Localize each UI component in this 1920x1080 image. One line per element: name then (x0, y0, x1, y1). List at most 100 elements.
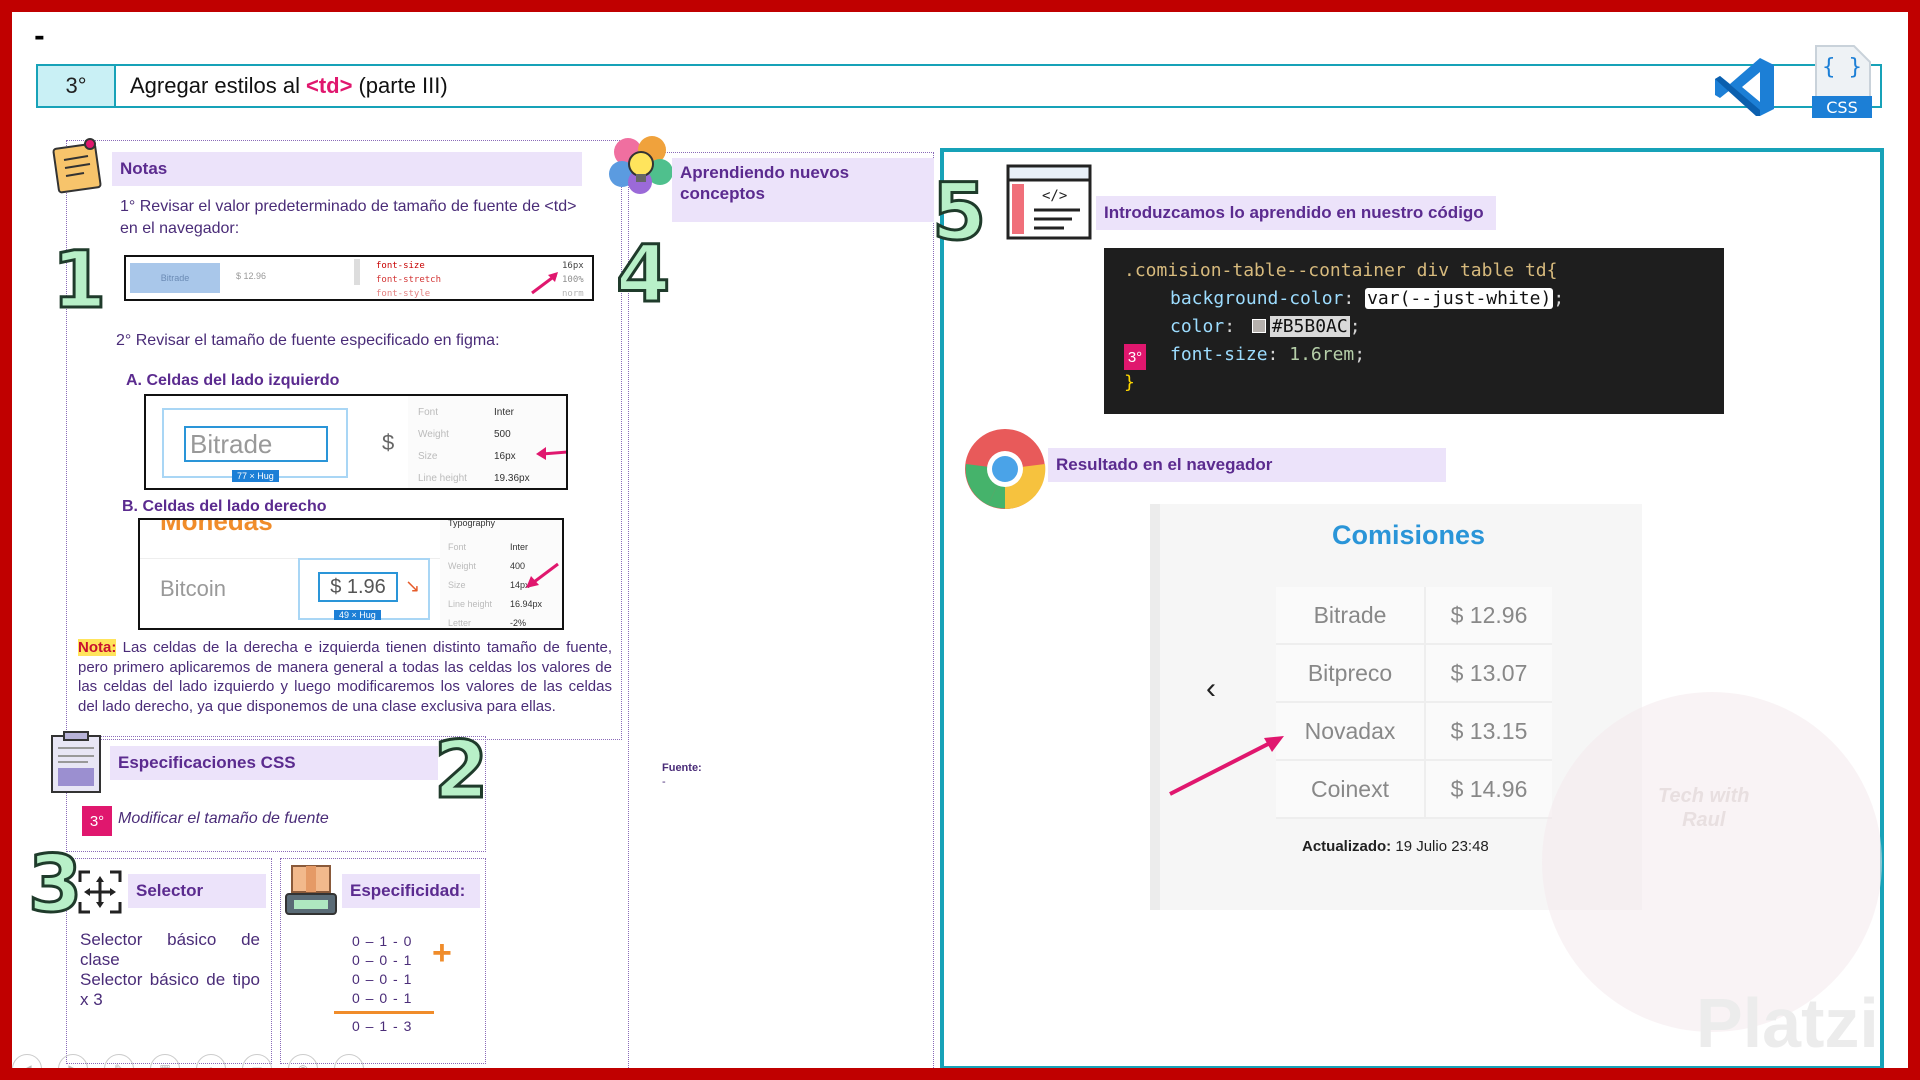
title-suffix: (parte III) (358, 73, 448, 98)
figma-b-top: Monedas (160, 518, 273, 536)
sticky-note-icon (52, 138, 102, 194)
devtools-prop: font-stretch (376, 275, 442, 285)
fuente-label: Fuente: (662, 762, 702, 774)
table-row: Novadax $ 13.15 (1276, 703, 1552, 761)
figma-a-keys: Font Weight Size Line height (418, 407, 467, 484)
specificity-rows: 0 – 1 - 0 0 – 0 - 1 0 – 0 - 1 0 – 0 - 1 (352, 932, 412, 1008)
specificity-row: 0 – 0 - 1 (352, 971, 413, 987)
scale-icon (285, 865, 337, 915)
devtools-prop: font-size (376, 261, 425, 271)
code-window-icon: </> (1006, 164, 1092, 240)
figma-a-cell: Bitrade (184, 426, 328, 462)
table-row: Bitpreco $ 13.07 (1276, 645, 1552, 703)
devtools-value: 16px (562, 261, 584, 271)
table-row: Bitrade $ 12.96 (1276, 587, 1552, 645)
notas-item-2: 2° Revisar el tamaño de fuente especific… (116, 332, 500, 349)
trend-down-icon: ↘ (405, 576, 421, 596)
specs-badge: 3° (82, 806, 112, 836)
vscode-icon (1715, 58, 1774, 116)
nota-text: Las celdas de la derecha e izquierda tie… (78, 639, 612, 715)
comisiones-table: Bitrade $ 12.96 Bitpreco $ 13.07 Novadax $ … (1276, 587, 1552, 819)
devtools-cell-right: $ 12.96 (236, 271, 267, 281)
code-selector: .comision-table--container div table td{ (1124, 260, 1558, 281)
step-number: 3° (38, 66, 116, 106)
updated-value: 19 Julio 23:48 (1395, 838, 1489, 855)
codigo-header: Introduzcamos lo aprendido en nuestro có… (1096, 196, 1496, 230)
fuente-value: - (662, 776, 666, 788)
clipboard-icon (51, 731, 101, 793)
specs-header: Especificaciones CSS (110, 746, 438, 780)
move-icon (78, 870, 122, 914)
code-line-2: color: #B5B0AC; (1170, 316, 1361, 337)
devtools-value: 100% (562, 275, 584, 285)
selector-line-1: Selector básico de clase (80, 930, 260, 969)
brain-lightbulb-icon (609, 136, 673, 194)
svg-text:{ }: { } (1822, 55, 1862, 80)
updated-text: Actualizado: 19 Julio 23:48 (1302, 838, 1489, 855)
selector-line-2: Selector básico de tipo x 3 (80, 970, 260, 1009)
devtools-prop: font-style (376, 289, 431, 299)
notas-item-1: 1° Revisar el valor predeterminado de ta… (120, 198, 577, 237)
sum-line (334, 1011, 434, 1014)
notas-header: Notas (112, 152, 582, 186)
code-block: .comision-table--container div table td{… (1104, 248, 1724, 414)
specificity-row: 0 – 0 - 1 (352, 952, 413, 968)
figma-b-cell-right: $ 1.96 (318, 572, 398, 602)
arrow-icon (1169, 736, 1284, 796)
figma-a-hug: 77 × Hug (232, 470, 279, 482)
code-badge: 3° (1124, 344, 1146, 370)
watermark-circle (1542, 692, 1882, 1032)
prev-slide-icon[interactable]: ◀ (12, 1054, 42, 1068)
title-prefix: Agregar estilos al (130, 73, 300, 98)
figma-b-label: B. Celdas del lado derecho (122, 498, 327, 515)
figma-b-hug: 49 × Hug (334, 610, 381, 620)
svg-text:CSS: CSS (1826, 98, 1857, 117)
figma-a-values: Inter 500 16px 19.36px (494, 407, 530, 484)
arrow-icon (536, 447, 566, 460)
specificity-row: 0 – 0 - 1 (352, 990, 413, 1006)
arrow-icon (526, 562, 559, 588)
comisiones-title: Comisiones (1332, 520, 1486, 550)
code-close: } (1124, 372, 1135, 393)
watermark-text: Tech with Raul (1658, 785, 1750, 831)
updated-label: Actualizado: (1302, 838, 1392, 855)
devtools-value: norm (562, 289, 584, 299)
back-chevron-icon[interactable]: ‹ (1206, 672, 1216, 706)
svg-text:</>: </> (1042, 188, 1067, 204)
nota-label: Nota: (78, 639, 117, 656)
plus-icon: + (432, 934, 452, 972)
figma-a-screenshot: Bitrade 77 × Hug $ Font Weight Size Line he… (144, 394, 568, 490)
resultado-header: Resultado en el navegador (1048, 448, 1446, 482)
color-swatch (1251, 319, 1266, 333)
devtools-screenshot: Bitrade $ 12.96 font-size font-stretch f… (124, 255, 594, 301)
step-1-number: 1 (50, 236, 107, 326)
title-bar: 3° Agregar estilos al <td> (parte III) (36, 64, 1882, 108)
figma-a-label: A. Celdas del lado izquierdo (126, 372, 340, 389)
platzi-watermark: Platzi (1696, 984, 1879, 1062)
figma-a-dollar: $ (382, 430, 395, 455)
step-4-number: 4 (614, 230, 671, 320)
code-line-1: background-color: var(--just-white); (1170, 288, 1565, 309)
specificity-header: Especificidad: (342, 874, 480, 908)
arrow-icon (531, 272, 558, 295)
step-3-number: 3 (26, 840, 83, 930)
specificity-total: 0 – 1 - 3 (352, 1018, 413, 1034)
specs-item: Modificar el tamaño de fuente (118, 810, 329, 827)
slide-dash: - (34, 22, 45, 52)
aprendiendo-panel (628, 152, 934, 1068)
slide-title: Agregar estilos al <td> (parte III) (130, 66, 448, 106)
slide: - 3° Agregar estilos al <td> (parte III)… (12, 12, 1908, 1068)
specificity-row: 0 – 1 - 0 (352, 933, 413, 949)
table-row: Coinext $ 14.96 (1276, 761, 1552, 819)
code-line-3: font-size: 1.6rem; (1170, 344, 1366, 365)
css-file-icon: { } CSS (1812, 44, 1872, 118)
nota-paragraph: Nota: Las celdas de la derecha e izquier… (78, 638, 612, 716)
title-tag: <td> (305, 73, 353, 98)
step-2-number: 2 (432, 726, 489, 816)
aprendiendo-header: Aprendiendo nuevos conceptos (672, 158, 934, 222)
chrome-icon (965, 429, 1046, 510)
selector-header: Selector (128, 874, 266, 908)
figma-b-typo: Typography (448, 518, 496, 528)
figma-b-screenshot: Monedas Bitcoin $ 1.96 ↘ 49 × Hug Typogr… (138, 518, 564, 630)
figma-b-keys: Font Weight Size Line height Letter (448, 542, 493, 628)
